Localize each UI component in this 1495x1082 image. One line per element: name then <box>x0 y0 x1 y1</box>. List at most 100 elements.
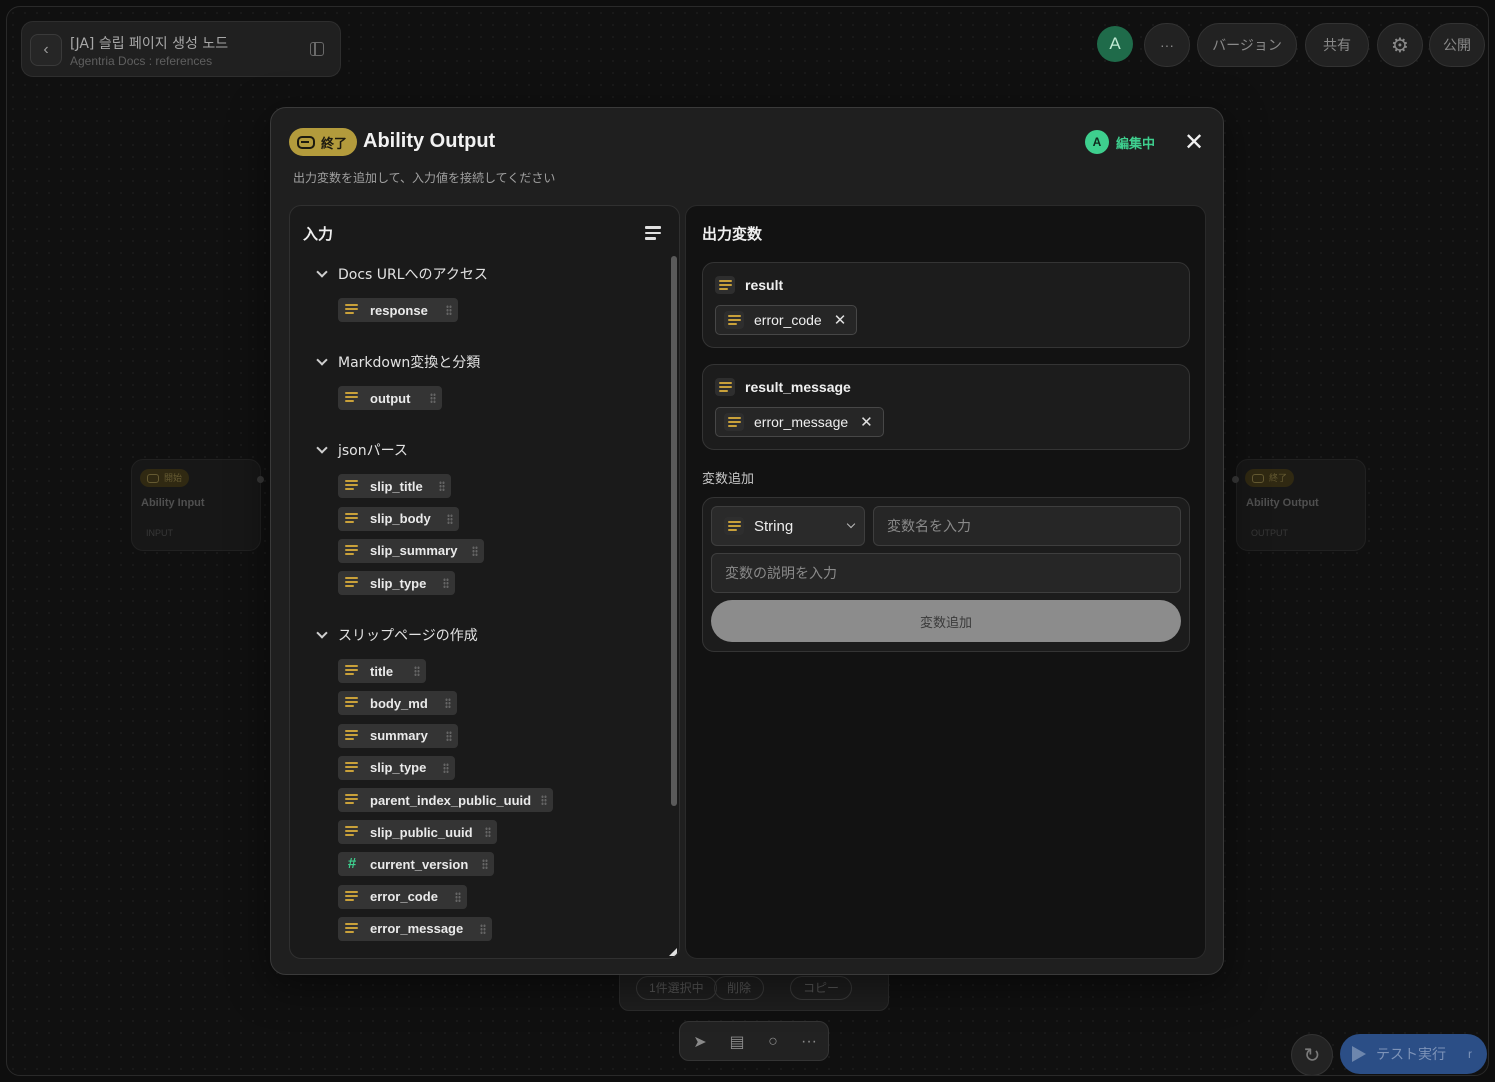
canvas-toolbar: ➤ ▤ ○ ··· <box>679 1021 829 1061</box>
input-variable-name: slip_type <box>370 760 427 776</box>
input-variable-chip[interactable]: response <box>338 298 458 322</box>
drag-handle-icon[interactable] <box>446 730 452 741</box>
drag-handle-icon[interactable] <box>480 923 486 934</box>
play-icon <box>1352 1046 1366 1062</box>
input-variable-chip[interactable]: error_message <box>338 916 492 941</box>
chevron-down-icon <box>846 519 856 529</box>
input-group-label: jsonパース <box>338 443 408 460</box>
input-variable-chip[interactable]: error_code <box>338 884 467 909</box>
input-variable-chip[interactable]: slip_summary <box>338 538 484 563</box>
string-type-icon <box>344 512 360 526</box>
drag-handle-icon[interactable] <box>447 513 453 524</box>
drag-handle-icon[interactable] <box>485 827 491 838</box>
variable-name-input[interactable]: 変数名を入力 <box>873 506 1181 546</box>
input-group-header[interactable]: jsonパース <box>314 440 408 460</box>
editor-avatar: A <box>1085 130 1109 154</box>
input-variable-chip[interactable]: slip_type <box>338 755 455 780</box>
resize-handle[interactable] <box>669 948 677 956</box>
chevron-down-icon <box>316 354 328 366</box>
drag-handle-icon[interactable] <box>414 666 420 677</box>
settings-button[interactable]: ⚙ <box>1377 23 1423 67</box>
close-button[interactable]: ✕ <box>1181 130 1207 156</box>
input-variable-chip[interactable]: parent_index_public_uuid <box>338 788 553 812</box>
sidebar-toggle-icon[interactable] <box>310 42 324 56</box>
chevron-down-icon <box>316 266 328 278</box>
add-variable-button[interactable]: 変数追加 <box>711 600 1181 642</box>
ability-output-modal: 終了 Ability Output 出力変数を追加して、入力値を接続してください… <box>270 107 1224 975</box>
more-icon[interactable]: ··· <box>797 1030 821 1054</box>
input-variable-chip[interactable]: summary <box>338 723 458 748</box>
input-group-header[interactable]: Docs URLへのアクセス <box>314 264 488 284</box>
input-variable-chip[interactable]: output <box>338 386 442 411</box>
input-variable-chip[interactable]: slip_body <box>338 506 459 531</box>
bound-input-chip[interactable]: error_message ✕ <box>715 407 884 437</box>
input-variable-name: parent_index_public_uuid <box>370 792 532 808</box>
close-icon: ✕ <box>1183 129 1205 156</box>
menu-icon[interactable] <box>645 226 661 240</box>
string-type-icon <box>344 922 360 936</box>
drag-handle-icon[interactable] <box>541 795 547 805</box>
input-group-header[interactable]: Markdown変換と分類 <box>314 352 480 372</box>
drag-handle-icon[interactable] <box>430 393 436 404</box>
input-variable-name: title <box>370 663 394 679</box>
drag-handle-icon[interactable] <box>443 578 449 588</box>
input-variable-chip[interactable]: slip_type <box>338 571 455 595</box>
input-variable-chip[interactable]: title <box>338 659 426 684</box>
output-variable-card: result_message error_message ✕ <box>702 364 1190 450</box>
remove-binding-icon[interactable]: ✕ <box>860 413 873 431</box>
bound-input-chip[interactable]: error_code ✕ <box>715 305 858 335</box>
drag-handle-icon[interactable] <box>446 305 452 315</box>
drag-handle-icon[interactable] <box>455 891 461 902</box>
user-avatar[interactable]: A <box>1097 26 1133 62</box>
type-select[interactable]: String <box>711 506 865 546</box>
string-type-icon <box>344 696 360 710</box>
string-type-icon <box>344 890 360 904</box>
input-group-header[interactable]: スリップページの作成 <box>314 625 478 645</box>
share-button[interactable]: 共有 <box>1305 23 1369 67</box>
input-variable-chip[interactable]: slip_public_uuid <box>338 820 497 845</box>
drag-handle-icon[interactable] <box>482 859 488 870</box>
modal-subtitle: 出力変数を追加して、入力値を接続してください <box>293 171 556 185</box>
refresh-button[interactable]: ↻ <box>1291 1034 1333 1075</box>
input-variable-chip[interactable]: body_md <box>338 691 457 716</box>
string-type-icon <box>344 391 360 405</box>
input-variable-chip[interactable]: slip_title <box>338 474 451 499</box>
publish-button[interactable]: 公開 <box>1429 23 1485 67</box>
drag-handle-icon[interactable] <box>445 698 451 709</box>
string-type-icon <box>344 825 360 839</box>
refresh-icon: ↻ <box>1303 1044 1321 1067</box>
string-type-icon <box>724 517 744 535</box>
string-type-icon <box>344 664 360 678</box>
scrollbar[interactable] <box>671 256 677 806</box>
copy-button[interactable]: コピー <box>790 976 853 1000</box>
test-run-button[interactable]: テスト実行 r <box>1340 1034 1487 1074</box>
notes-icon[interactable]: ▤ <box>725 1030 749 1054</box>
string-type-icon <box>344 761 360 775</box>
more-options-button[interactable]: ··· <box>1144 23 1190 67</box>
selection-count: 1件選択中 <box>636 976 717 1000</box>
drag-handle-icon[interactable] <box>439 481 445 492</box>
drag-handle-icon[interactable] <box>472 545 478 556</box>
input-group-label: Docs URLへのアクセス <box>338 267 488 283</box>
input-variable-name: slip_body <box>370 511 431 527</box>
input-panel-title: 入力 <box>303 225 334 243</box>
remove-binding-icon[interactable]: ✕ <box>834 311 847 329</box>
version-button[interactable]: バージョン <box>1197 23 1297 67</box>
bound-input-name: error_code <box>754 312 822 328</box>
variable-description-input[interactable]: 変数の説明を入力 <box>711 553 1181 593</box>
test-run-label: テスト実行 <box>1376 1046 1446 1062</box>
input-panel: 入力 Docs URLへのアクセス response Markdown変換と分類 ou… <box>289 205 680 959</box>
string-type-icon <box>715 276 735 294</box>
input-variable-chip[interactable]: # current_version <box>338 852 494 877</box>
delete-button[interactable]: 削除 <box>714 976 765 1000</box>
drag-handle-icon[interactable] <box>443 762 449 773</box>
chevron-down-icon <box>316 627 328 639</box>
comment-icon[interactable]: ○ <box>761 1030 785 1054</box>
string-type-icon <box>724 311 744 329</box>
input-variable-name: slip_type <box>370 575 427 591</box>
input-group-label: Markdown変換と分類 <box>338 355 481 372</box>
add-variable-form: String 変数名を入力 変数の説明を入力 変数追加 <box>702 497 1190 652</box>
pointer-icon[interactable]: ➤ <box>688 1030 712 1054</box>
back-button[interactable]: ‹ <box>30 34 62 66</box>
end-badge-label: 終了 <box>321 135 348 151</box>
